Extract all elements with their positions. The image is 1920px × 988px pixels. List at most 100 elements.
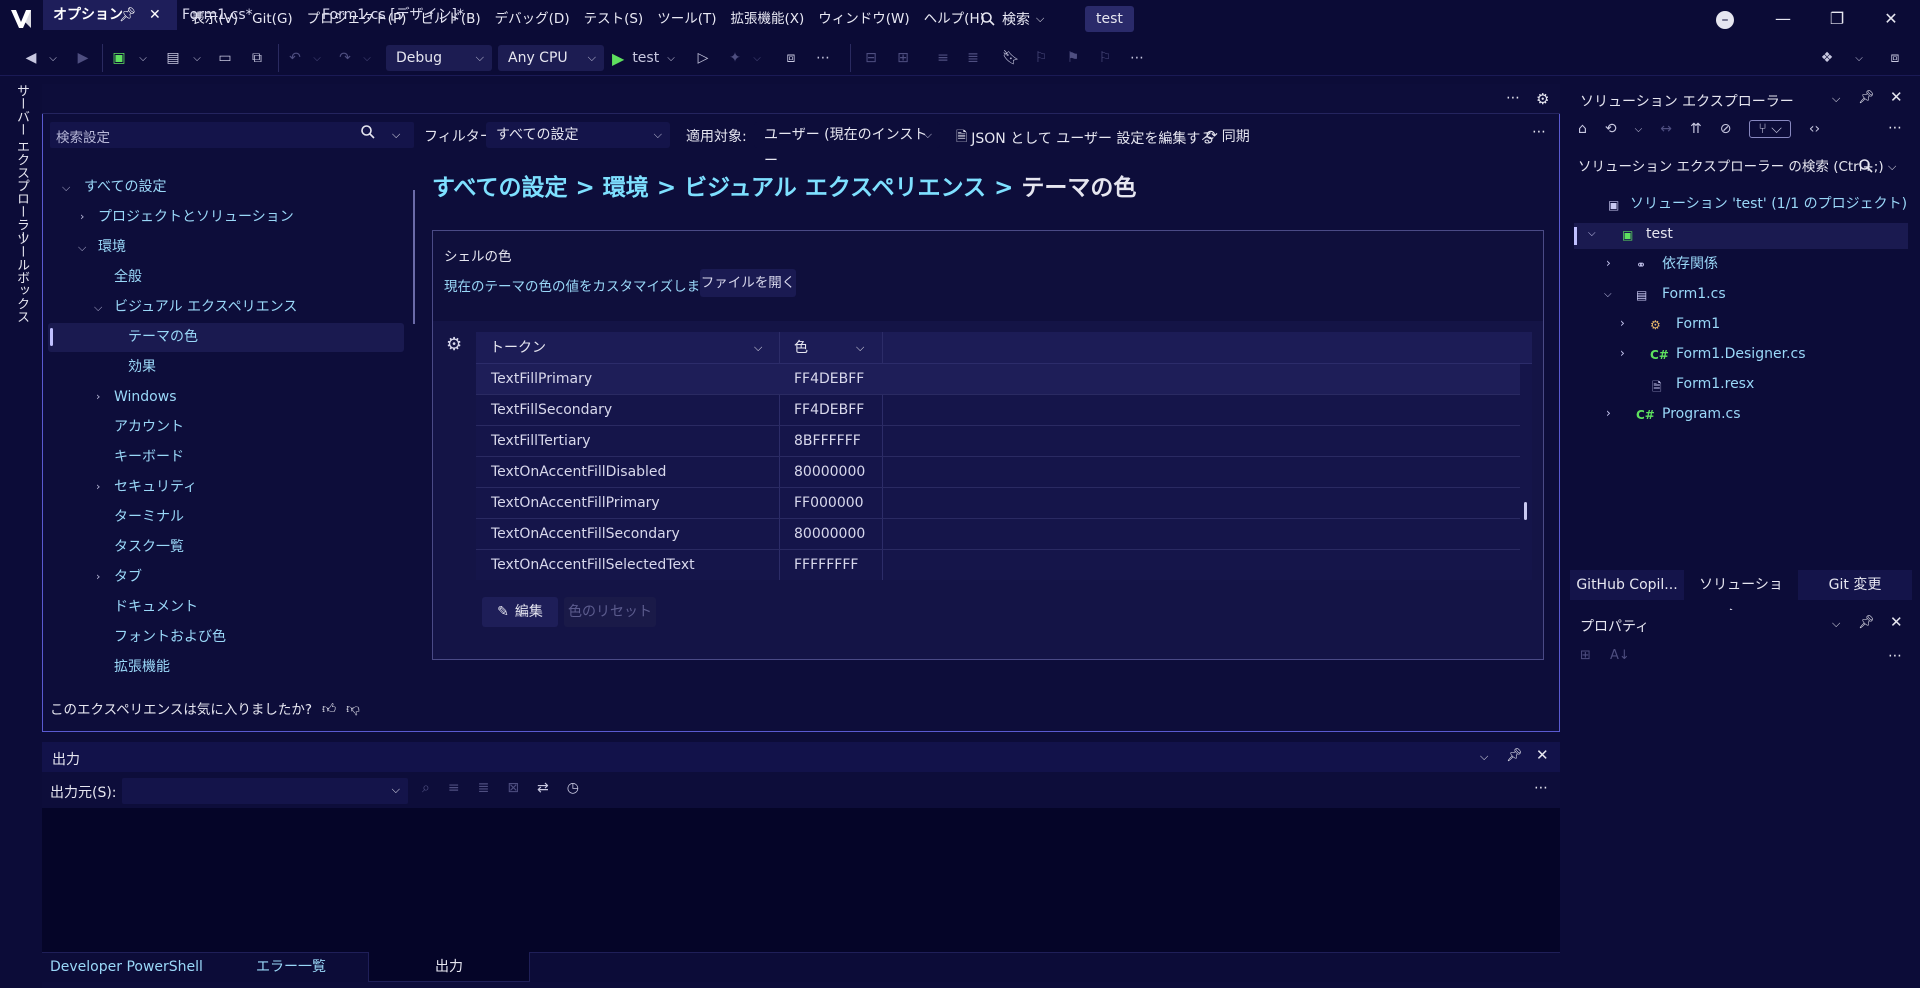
chevron-down-icon[interactable]: ⌵ [1852,46,1866,70]
tree-item-documents[interactable]: ドキュメント [114,596,198,618]
menu-debug[interactable]: デバッグ(D) [488,0,577,38]
hot-reload-icon[interactable]: ✦ [724,46,746,70]
chevron-down-icon[interactable]: ⌵ [360,46,374,70]
chevron-down-icon[interactable]: ⌵ [1480,750,1488,764]
close-icon[interactable]: ✕ [1890,613,1903,631]
solution-node[interactable]: ソリューション 'test' (1/1 のプロジェクト) [1630,192,1907,216]
table-row[interactable]: TextFillTertiary 8BFFFFFF [476,426,1520,457]
table-row[interactable]: TextOnAccentFillSecondary 80000000 [476,519,1520,550]
breadcrumb-environment[interactable]: 環境 [603,175,649,201]
pin-icon[interactable]: 📌︎ [119,0,137,30]
clear-bookmarks-icon[interactable]: ⚐ [1094,46,1116,70]
home-icon[interactable]: ⌂ [1578,121,1587,137]
tree-item-task-list[interactable]: タスク一覧 [114,536,184,558]
chevron-down-icon[interactable]: ⌵ [62,181,70,195]
breadcrumb-all-settings[interactable]: すべての設定 [432,175,567,201]
output-source-dropdown[interactable]: ⌵ [122,778,408,804]
collapse-all-icon[interactable]: ⇈ [1690,121,1702,137]
chevron-right-icon[interactable]: › [80,210,84,223]
menu-extensions[interactable]: 拡張機能(X) [723,0,811,38]
more-icon[interactable]: ⋯ [1126,46,1148,70]
minimize-icon[interactable]: — [1760,0,1806,38]
tree-item-all-settings[interactable]: すべての設定 [84,176,166,198]
table-row[interactable]: TextOnAccentFillDisabled 80000000 [476,457,1520,488]
output-text-area[interactable] [42,808,1560,952]
chevron-right-icon[interactable]: › [96,480,100,493]
timestamp-icon[interactable]: ◷ [567,780,579,796]
chevron-down-icon[interactable]: ⌵ [136,46,150,70]
chevron-right-icon[interactable]: › [1606,256,1611,270]
filter-dropdown[interactable]: すべての設定 ⌵ [486,122,670,148]
categorized-icon[interactable]: ⊞ [1580,648,1591,663]
increase-indent-icon[interactable]: ≣ [962,46,984,70]
bookmark-icon[interactable]: 🔖︎ [1000,46,1022,70]
tab-solution-explorer[interactable]: ソリューション... [1686,570,1796,623]
tab-output[interactable]: 出力 [368,952,530,982]
save-icon[interactable]: ▭ [214,46,236,70]
configuration-dropdown[interactable]: Debug ⌵ [386,45,492,71]
restore-icon[interactable]: ❐ [1814,0,1860,38]
menu-window[interactable]: ウィンドウ(W) [811,0,916,38]
open-file-button[interactable]: ファイルを開く [700,269,796,297]
solution-search-input[interactable]: ソリューション エクスプローラー の検索 (Ctrl+;) [1578,154,1906,180]
form1-cs-node[interactable]: Form1.cs [1662,282,1726,306]
feedback-icon[interactable]: ⧈ [1884,46,1906,70]
tree-item-visual-experience[interactable]: ビジュアル エクスペリエンス [114,296,297,318]
navigate-forward-icon[interactable]: ▶ [72,46,94,70]
tree-item-fonts-colors[interactable]: フォントおよび色 [114,626,226,648]
more-icon[interactable]: ⋯ [1534,780,1548,796]
chevron-down-icon[interactable]: ⌵ [46,46,60,70]
clear-all-icon[interactable]: ⊠ [507,780,519,796]
project-badge[interactable]: test [1085,6,1134,32]
column-header-color[interactable]: 色 [794,332,808,364]
tree-item-tabs[interactable]: タブ [114,566,142,588]
pin-icon[interactable]: 📌︎ [1506,748,1523,763]
close-icon[interactable]: ✕ [1536,746,1549,764]
chevron-right-icon[interactable]: › [1620,316,1625,330]
show-all-files-icon[interactable]: ⊘ [1720,121,1732,137]
chevron-down-icon[interactable]: ⌵ [190,46,204,70]
copilot-icon[interactable]: ❖ [1816,46,1838,70]
table-row[interactable]: TextOnAccentFillSelectedText FFFFFFFF [476,550,1520,581]
previous-message-icon[interactable]: ≡ [448,780,460,796]
chevron-down-icon[interactable]: ⌵ [1888,160,1896,174]
more-icon[interactable]: ⋯ [1532,124,1546,140]
pin-icon[interactable]: 📌︎ [1858,90,1875,105]
menu-tools[interactable]: ツール(T) [650,0,723,38]
chevron-right-icon[interactable]: › [96,390,100,403]
search-menu[interactable]: 検索 ⌵ [980,0,1044,38]
program-cs-node[interactable]: Program.cs [1662,402,1741,426]
table-scrollbar[interactable] [1524,502,1527,520]
table-row[interactable]: TextOnAccentFillPrimary FF000000 [476,488,1520,519]
thumbs-down-icon[interactable]: 👎︎ [346,700,360,717]
breadcrumb-visual-experience[interactable]: ビジュアル エクスペリエンス [684,175,986,201]
table-row[interactable]: TextFillSecondary FF4DEBFF [476,395,1520,426]
tree-item-security[interactable]: セキュリティ [114,476,197,498]
project-node[interactable]: test [1646,222,1673,246]
edit-button[interactable]: ✎ 編集 [482,597,558,627]
server-explorer-tab[interactable]: サーバー エクスプローラー [12,84,31,244]
chevron-down-icon[interactable]: ⌵ [1635,124,1643,135]
visual-studio-logo-icon[interactable] [8,6,34,32]
tree-item-account[interactable]: アカウント [114,416,184,438]
uncomment-icon[interactable]: ⊞ [892,46,914,70]
undo-icon[interactable]: ↶ [284,46,306,70]
more-icon[interactable]: ⋯ [812,46,834,70]
chevron-right-icon[interactable]: › [96,570,100,583]
comment-icon[interactable]: ⊟ [860,46,882,70]
search-icon[interactable] [1858,158,1874,178]
close-icon[interactable]: ✕ [1890,88,1903,106]
find-in-output-icon[interactable]: ⌕ [422,780,430,796]
platform-dropdown[interactable]: Any CPU ⌵ [498,45,604,71]
close-icon[interactable]: ✕ [149,0,161,30]
tree-item-projects[interactable]: プロジェクトとソリューション [98,206,294,228]
redo-icon[interactable]: ↷ [334,46,356,70]
new-project-icon[interactable]: ▣ [108,46,130,70]
tab-overflow-icon[interactable]: ⋯ [1506,90,1520,106]
thumbs-up-icon[interactable]: 👍︎ [322,700,336,717]
chevron-down-icon[interactable]: ⌵ [1832,92,1840,106]
chevron-down-icon[interactable]: ⌵ [78,241,86,255]
chevron-down-icon[interactable]: ⌵ [94,301,102,315]
git-filter-icon[interactable]: ⑂ ⌵ [1749,120,1791,138]
navigate-back-icon[interactable]: ◀ [20,46,42,70]
